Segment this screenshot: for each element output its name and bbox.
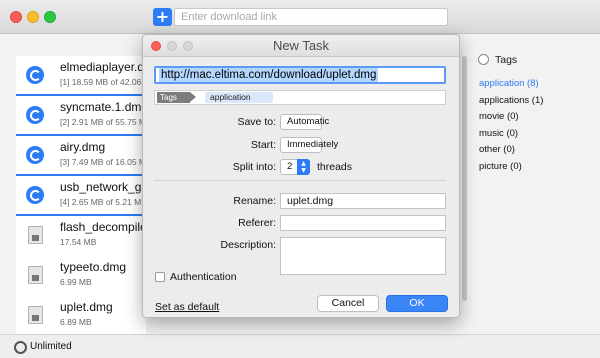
tags-radio-icon[interactable] (478, 54, 489, 65)
download-item[interactable]: syncmate.1.dmg [2] 2.91 MB of 55.75 MB (16, 96, 152, 136)
dialog-title-bar: New Task (143, 35, 459, 57)
start-label: Start: (250, 139, 276, 151)
description-label: Description: (220, 239, 276, 251)
tag-filter-item[interactable]: applications (1) (479, 95, 543, 106)
download-name: airy.dmg (60, 140, 106, 154)
download-item[interactable]: usb_network_gate [4] 2.65 MB of 5.21 MB (16, 176, 158, 216)
tag-filter-item[interactable]: other (0) (479, 144, 515, 155)
download-name: uplet.dmg (60, 300, 113, 314)
download-progress: [4] 2.65 MB of 5.21 MB (60, 197, 147, 207)
save-to-value: Automatic (287, 116, 330, 127)
download-item[interactable]: elmediaplayer.dmg [1] 18.59 MB of 42.06 … (16, 56, 161, 96)
download-circle-icon (26, 106, 44, 124)
download-progress: [2] 2.91 MB of 55.75 MB (60, 117, 152, 127)
tags-title: Tags (495, 54, 518, 66)
download-size: 6.89 MB (60, 317, 92, 327)
divider (154, 180, 446, 181)
dmg-file-icon (26, 226, 44, 244)
download-circle-icon (26, 66, 44, 84)
new-task-dialog: New Task http://mac.eltima.com/download/… (142, 34, 460, 318)
download-list: elmediaplayer.dmg [1] 18.59 MB of 42.06 … (16, 56, 161, 336)
save-to-select[interactable]: Automatic (280, 114, 329, 130)
cancel-button[interactable]: Cancel (317, 295, 379, 312)
task-tags-field[interactable]: Tags application (154, 90, 446, 105)
download-size: 17.54 MB (60, 237, 97, 247)
download-item[interactable]: typeeto.dmg 6.99 MB (16, 256, 146, 296)
download-progress: [3] 7.49 MB of 16.05 MB (60, 157, 152, 167)
tags-panel: Tags application (8) applications (1) mo… (470, 48, 600, 338)
download-name: typeeto.dmg (60, 260, 127, 274)
dmg-file-icon (26, 266, 44, 284)
download-item[interactable]: uplet.dmg 6.89 MB (16, 296, 146, 336)
download-item[interactable]: flash_decompiler.c 17.54 MB (16, 216, 159, 256)
stepper-arrows-icon[interactable]: ▲ ▼ (297, 159, 310, 175)
dmg-file-icon (26, 306, 44, 324)
start-value: Immediately (287, 139, 339, 150)
tags-header[interactable]: Tags (478, 54, 517, 66)
set-as-default-link[interactable]: Set as default (155, 301, 219, 313)
tag-token[interactable]: application (205, 92, 273, 103)
tag-filter-item[interactable]: application (8) (479, 78, 539, 89)
description-textarea[interactable] (280, 237, 446, 275)
dialog-title: New Task (272, 38, 330, 53)
download-circle-icon (26, 146, 44, 164)
split-label: Split into: (232, 161, 276, 173)
rename-label: Rename: (233, 195, 276, 207)
referer-input[interactable] (280, 215, 446, 231)
tags-field-label: Tags (157, 92, 196, 103)
title-bar: + Enter download link (0, 0, 600, 34)
tag-filter-item[interactable]: movie (0) (479, 111, 519, 122)
dialog-close-button[interactable] (151, 41, 161, 51)
rename-input[interactable]: uplet.dmg (280, 193, 446, 209)
dialog-zoom-button (183, 41, 193, 51)
ok-button[interactable]: OK (386, 295, 448, 312)
authentication-checkbox[interactable] (155, 272, 165, 282)
list-scrollbar[interactable] (462, 56, 467, 301)
tag-filter-item[interactable]: music (0) (479, 128, 518, 139)
referer-label: Referer: (238, 217, 276, 229)
download-size: 6.99 MB (60, 277, 92, 287)
dialog-minimize-button (167, 41, 177, 51)
task-url-text: http://mac.eltima.com/download/uplet.dmg (159, 68, 379, 82)
task-url-input[interactable]: http://mac.eltima.com/download/uplet.dmg (154, 66, 446, 84)
add-download-button[interactable]: + (153, 8, 172, 26)
start-select[interactable]: Immediately (280, 137, 338, 153)
download-name: syncmate.1.dmg (60, 100, 149, 114)
tag-filter-item[interactable]: picture (0) (479, 161, 522, 172)
download-circle-icon (26, 186, 44, 204)
save-to-label: Save to: (237, 116, 276, 128)
download-item[interactable]: airy.dmg [3] 7.49 MB of 16.05 MB (16, 136, 152, 176)
download-link-input[interactable]: Enter download link (174, 8, 448, 26)
split-threads-stepper[interactable]: 2 ▲ ▼ (280, 159, 310, 175)
split-value: 2 (287, 161, 293, 172)
speed-limit-label[interactable]: Unlimited (30, 341, 72, 352)
speed-gauge-icon[interactable] (14, 341, 27, 354)
threads-label: threads (317, 161, 353, 173)
app-window: + Enter download link elmediaplayer.dmg … (0, 0, 600, 358)
minimize-window-button[interactable] (27, 11, 39, 23)
maximize-window-button[interactable] (44, 11, 56, 23)
authentication-label[interactable]: Authentication (170, 271, 237, 283)
status-bar: Unlimited (0, 334, 600, 358)
close-window-button[interactable] (10, 11, 22, 23)
